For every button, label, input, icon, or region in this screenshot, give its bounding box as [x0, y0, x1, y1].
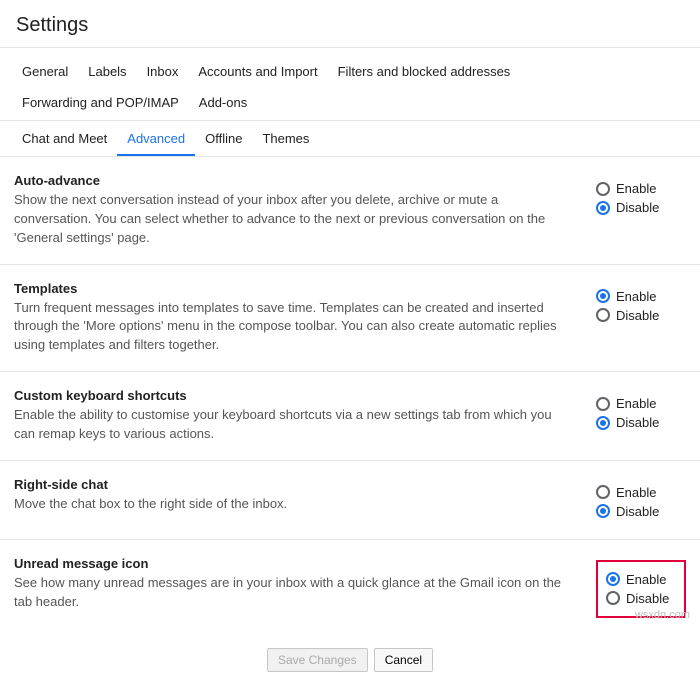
section-templates: Templates Turn frequent messages into te…: [0, 265, 700, 373]
enable-radio[interactable]: Enable: [596, 485, 686, 500]
disable-label: Disable: [616, 308, 659, 323]
section-right-side-chat: Right-side chat Move the chat box to the…: [0, 461, 700, 540]
enable-radio[interactable]: Enable: [596, 181, 686, 196]
section-desc: Turn frequent messages into templates to…: [14, 299, 566, 356]
radio-icon: [596, 397, 610, 411]
tabs-row-1: General Labels Inbox Accounts and Import…: [0, 48, 700, 121]
tab-offline[interactable]: Offline: [195, 125, 252, 156]
disable-radio[interactable]: Disable: [596, 308, 686, 323]
radio-icon: [606, 591, 620, 605]
enable-label: Enable: [626, 572, 666, 587]
tab-labels[interactable]: Labels: [78, 58, 136, 89]
radio-icon: [596, 485, 610, 499]
section-unread-message-icon: Unread message icon See how many unread …: [0, 540, 700, 634]
radio-icon: [596, 289, 610, 303]
enable-label: Enable: [616, 485, 656, 500]
tab-addons[interactable]: Add-ons: [189, 89, 257, 120]
radio-icon: [596, 308, 610, 322]
radio-icon: [596, 182, 610, 196]
section-desc: Move the chat box to the right side of t…: [14, 495, 566, 514]
section-custom-shortcuts: Custom keyboard shortcuts Enable the abi…: [0, 372, 700, 461]
disable-radio[interactable]: Disable: [596, 200, 686, 215]
tab-themes[interactable]: Themes: [252, 125, 319, 156]
enable-label: Enable: [616, 396, 656, 411]
watermark: wsxdn.com: [635, 609, 690, 621]
section-auto-advance: Auto-advance Show the next conversation …: [0, 157, 700, 265]
disable-radio[interactable]: Disable: [596, 504, 686, 519]
enable-label: Enable: [616, 181, 656, 196]
disable-label: Disable: [626, 591, 669, 606]
section-title: Templates: [14, 281, 566, 296]
radio-icon: [596, 201, 610, 215]
disable-radio[interactable]: Disable: [596, 415, 686, 430]
disable-label: Disable: [616, 504, 659, 519]
tab-forwarding[interactable]: Forwarding and POP/IMAP: [12, 89, 189, 120]
section-desc: Enable the ability to customise your key…: [14, 406, 566, 444]
tab-advanced[interactable]: Advanced: [117, 125, 195, 156]
section-title: Right-side chat: [14, 477, 566, 492]
enable-radio[interactable]: Enable: [596, 396, 686, 411]
enable-label: Enable: [616, 289, 656, 304]
enable-radio[interactable]: Enable: [596, 289, 686, 304]
save-changes-button: Save Changes: [267, 648, 368, 672]
tab-filters[interactable]: Filters and blocked addresses: [328, 58, 521, 89]
section-desc: See how many unread messages are in your…: [14, 574, 566, 612]
section-title: Unread message icon: [14, 556, 566, 571]
tab-general[interactable]: General: [12, 58, 78, 89]
section-title: Auto-advance: [14, 173, 566, 188]
footer: Save Changes Cancel: [0, 634, 700, 690]
cancel-button[interactable]: Cancel: [374, 648, 433, 672]
enable-radio[interactable]: Enable: [606, 572, 676, 587]
tabs-row-2: Chat and Meet Advanced Offline Themes: [0, 121, 700, 157]
tab-accounts-import[interactable]: Accounts and Import: [188, 58, 327, 89]
disable-label: Disable: [616, 415, 659, 430]
section-desc: Show the next conversation instead of yo…: [14, 191, 566, 248]
radio-icon: [596, 416, 610, 430]
section-title: Custom keyboard shortcuts: [14, 388, 566, 403]
disable-radio[interactable]: Disable: [606, 591, 676, 606]
tab-inbox[interactable]: Inbox: [137, 58, 189, 89]
radio-icon: [596, 504, 610, 518]
page-title: Settings: [0, 0, 700, 48]
tab-chat-meet[interactable]: Chat and Meet: [12, 125, 117, 156]
radio-icon: [606, 572, 620, 586]
disable-label: Disable: [616, 200, 659, 215]
